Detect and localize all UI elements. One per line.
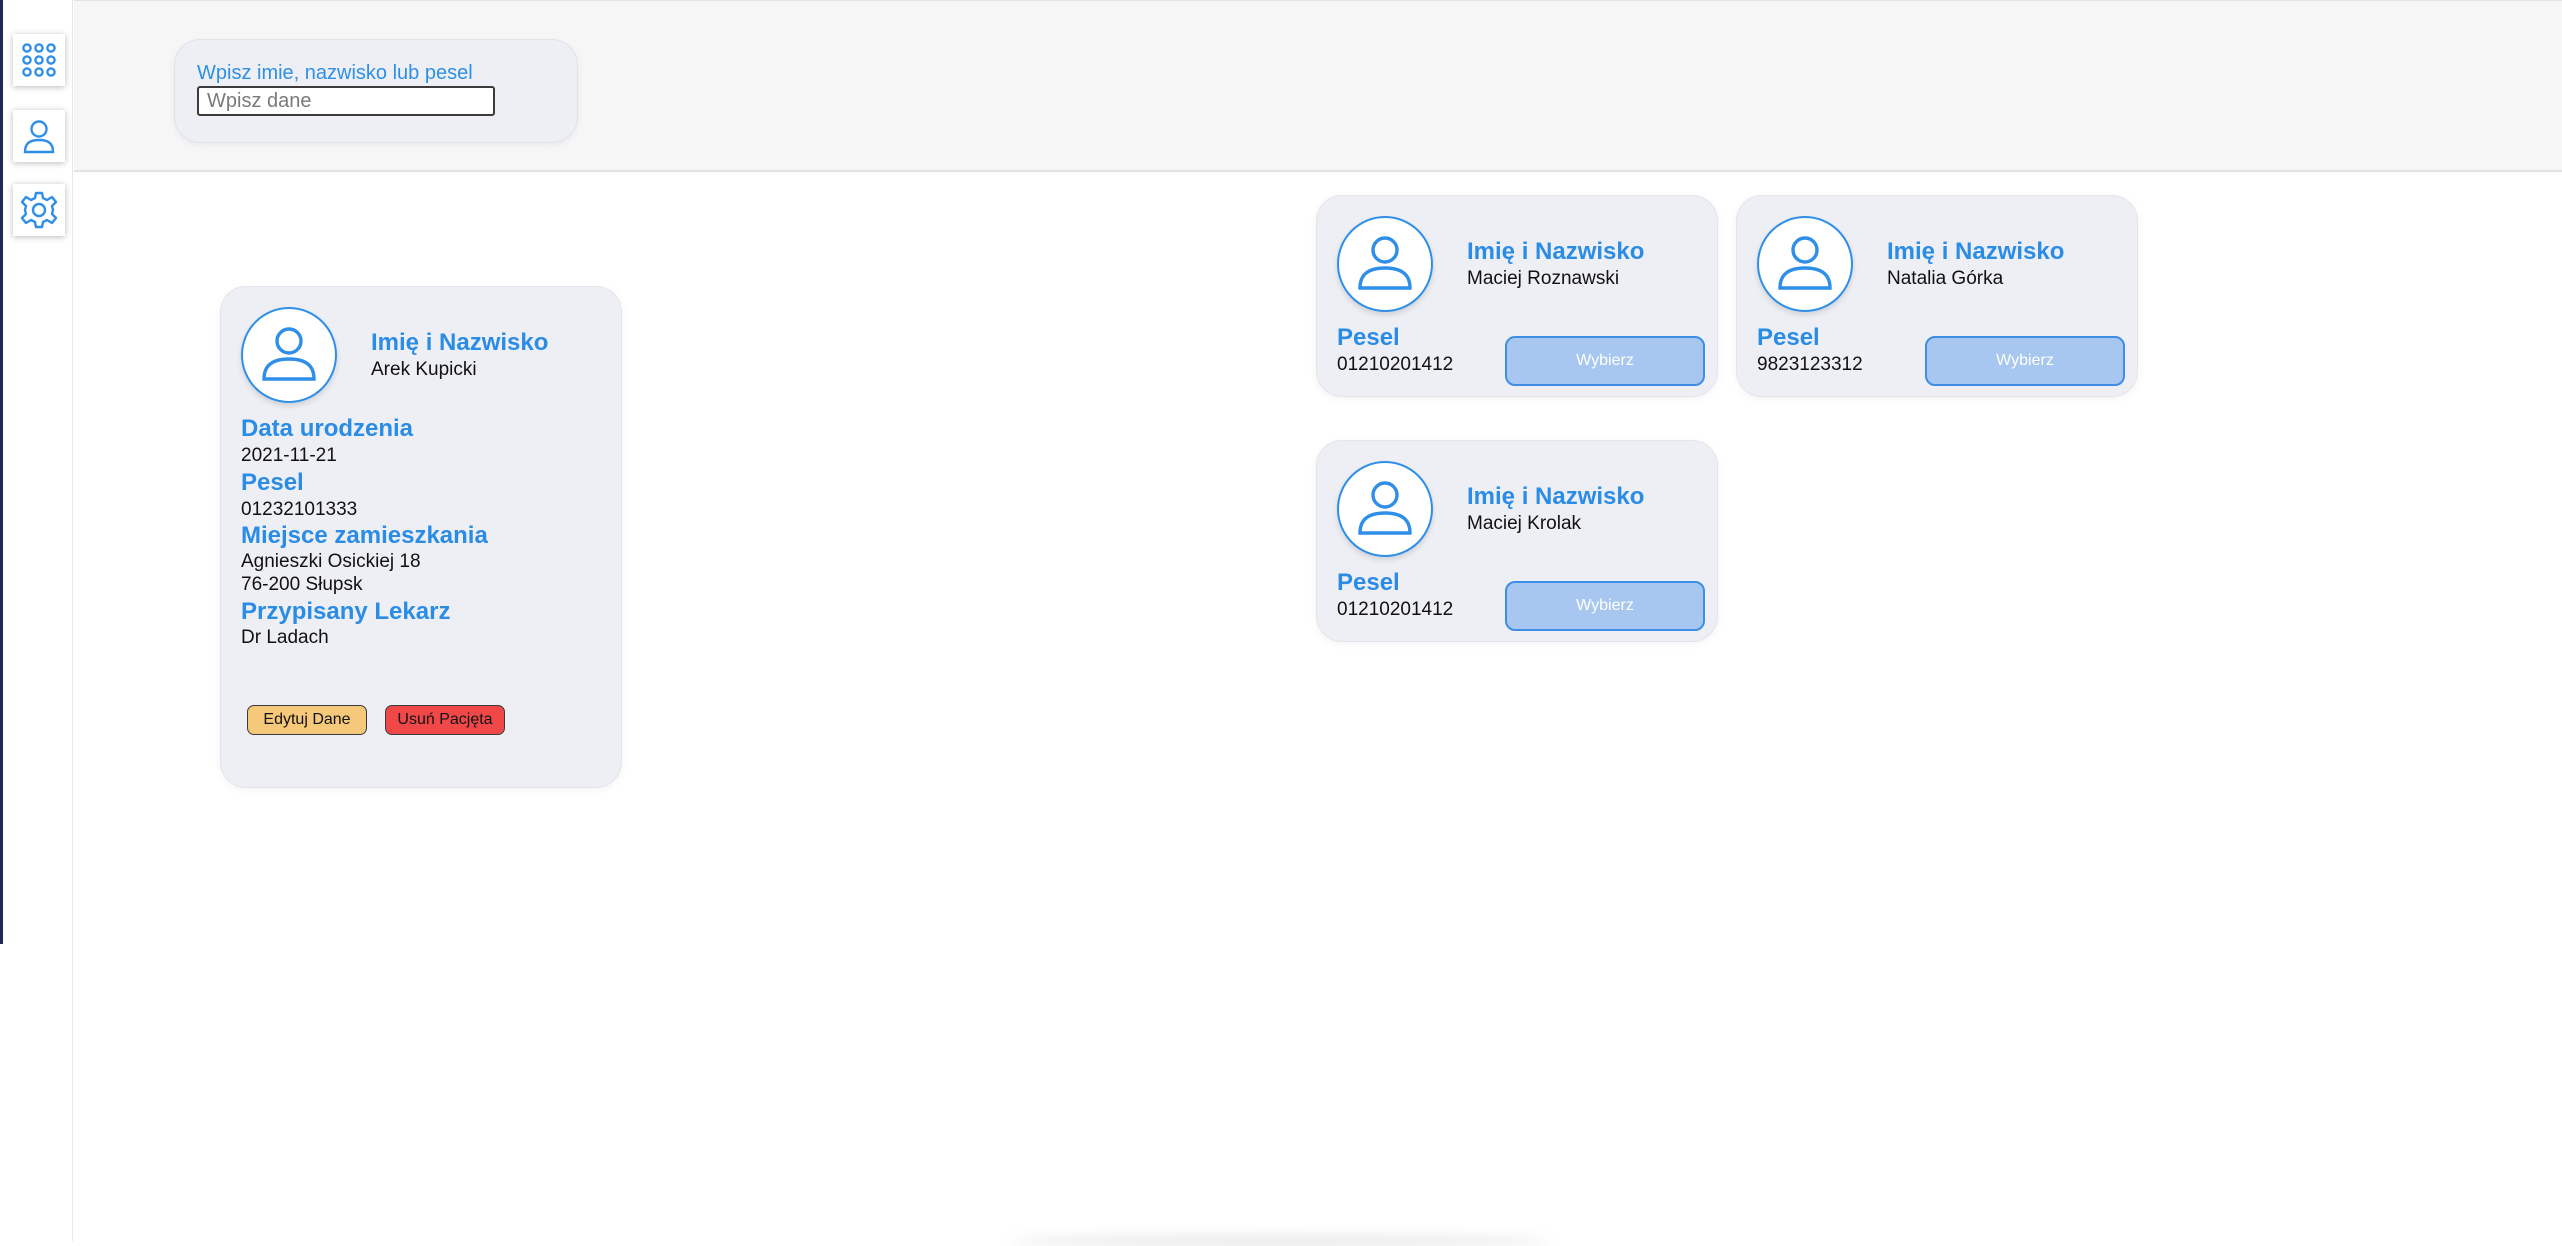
avatar xyxy=(1337,461,1433,557)
edit-patient-button[interactable]: Edytuj Dane xyxy=(247,705,367,735)
doctor-value: Dr Ladach xyxy=(241,627,329,648)
avatar xyxy=(1337,216,1433,312)
user-icon xyxy=(262,327,316,381)
sidebar xyxy=(3,0,73,1241)
select-patient-button[interactable]: Wybierz xyxy=(1505,336,1705,386)
patient-name: Maciej Krolak xyxy=(1467,513,1582,534)
pesel-label: Pesel xyxy=(1757,324,1820,351)
result-card: Imię i Nazwisko Natalia Górka Pesel 9823… xyxy=(1736,195,2138,397)
address-label: Miejsce zamieszkania xyxy=(241,522,488,549)
sidebar-item-apps[interactable] xyxy=(13,34,65,86)
patient-name: Natalia Górka xyxy=(1887,268,2004,289)
birth-date-label: Data urodzenia xyxy=(241,415,414,442)
sidebar-item-patients[interactable] xyxy=(13,110,65,162)
user-icon xyxy=(1358,481,1412,535)
search-panel: Wpisz imie, nazwisko lub pesel xyxy=(174,39,578,143)
user-icon xyxy=(23,120,55,154)
select-patient-button[interactable]: Wybierz xyxy=(1505,581,1705,631)
avatar xyxy=(241,307,337,403)
address-line1: Agnieszki Osickiej 18 xyxy=(241,551,421,572)
patient-name: Maciej Roznawski xyxy=(1467,268,1620,289)
user-icon xyxy=(1778,236,1832,290)
patient-name: Arek Kupicki xyxy=(371,359,477,380)
pesel-value: 9823123312 xyxy=(1757,354,1863,375)
result-card: Imię i Nazwisko Maciej Roznawski Pesel 0… xyxy=(1316,195,1718,397)
patient-details-card: Imię i Nazwisko Arek Kupicki Data urodze… xyxy=(220,286,622,788)
pesel-value: 01232101333 xyxy=(241,499,358,520)
pesel-label: Pesel xyxy=(241,469,304,496)
avatar xyxy=(1757,216,1853,312)
pesel-value: 01210201412 xyxy=(1337,599,1454,620)
gear-icon xyxy=(20,191,58,229)
name-label: Imię i Nazwisko xyxy=(1887,238,2065,265)
pesel-label: Pesel xyxy=(1337,569,1400,596)
birth-date: 2021-11-21 xyxy=(241,445,337,466)
name-label: Imię i Nazwisko xyxy=(1467,238,1645,265)
pesel-value: 01210201412 xyxy=(1337,354,1454,375)
pesel-label: Pesel xyxy=(1337,324,1400,351)
apps-grid-icon xyxy=(22,43,56,77)
bottom-shadow xyxy=(1010,1236,1550,1246)
address-line2: 76-200 Słupsk xyxy=(241,574,363,595)
delete-patient-button[interactable]: Usuń Pacjęta xyxy=(385,705,505,735)
top-bar: Wpisz imie, nazwisko lub pesel xyxy=(74,0,2562,172)
search-label: Wpisz imie, nazwisko lub pesel xyxy=(197,62,473,84)
name-label: Imię i Nazwisko xyxy=(371,329,549,356)
search-input[interactable] xyxy=(197,86,495,116)
user-icon xyxy=(1358,236,1412,290)
select-patient-button[interactable]: Wybierz xyxy=(1925,336,2125,386)
name-label: Imię i Nazwisko xyxy=(1467,483,1645,510)
doctor-label: Przypisany Lekarz xyxy=(241,598,451,625)
result-card: Imię i Nazwisko Maciej Krolak Pesel 0121… xyxy=(1316,440,1718,642)
sidebar-item-settings[interactable] xyxy=(13,184,65,236)
